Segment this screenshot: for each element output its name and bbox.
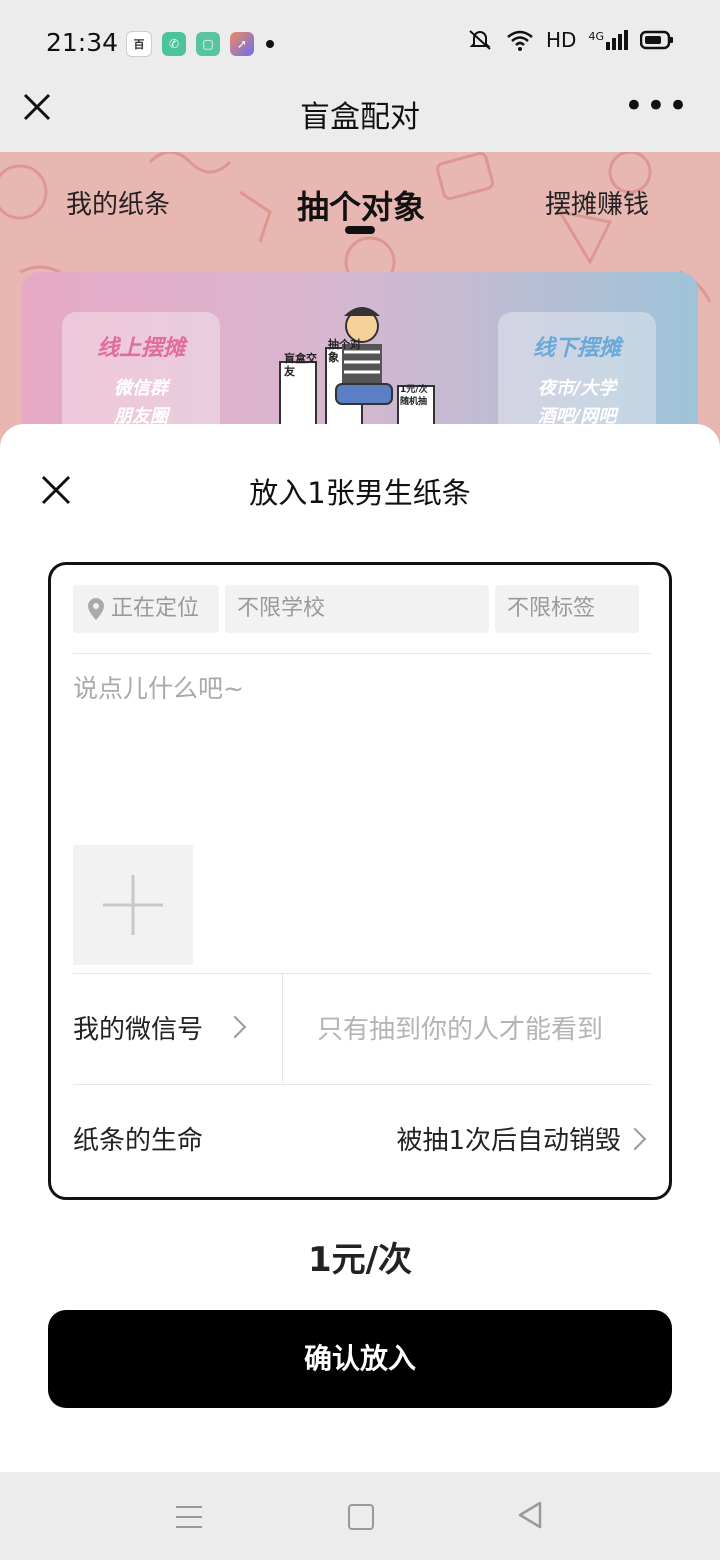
phone-app-icon: ✆: [162, 32, 186, 56]
wifi-icon: [507, 30, 533, 51]
banner-sign-right-2: 随机抽: [400, 397, 428, 407]
price-label: 1元/次: [307, 1240, 413, 1280]
tab-draw-partner[interactable]: 抽个对象: [297, 182, 425, 228]
tab-my-notes[interactable]: 我的纸条: [66, 184, 170, 221]
divider: [73, 653, 651, 654]
system-nav-bar: [0, 1472, 720, 1560]
location-chip[interactable]: 正在定位: [73, 585, 219, 633]
tab-stall-earn[interactable]: 摆摊赚钱: [545, 184, 649, 221]
banner-sign-text: 抽个对象: [328, 338, 364, 364]
network-label: HD: [546, 28, 577, 52]
more-options-icon[interactable]: •••: [624, 86, 690, 126]
confirm-button[interactable]: 确认放入: [48, 1310, 672, 1408]
sheet-title: 放入1张男生纸条: [249, 476, 471, 510]
status-time: 21:34: [46, 28, 119, 57]
home-icon[interactable]: [348, 1504, 374, 1530]
pin-app-icon: ➚: [230, 32, 254, 56]
status-right: HD 4G: [466, 28, 674, 52]
wechat-label[interactable]: 我的微信号: [73, 1009, 203, 1046]
notification-icons: 百 ✆ ▢ ➚: [126, 31, 274, 57]
vertical-divider: [282, 973, 283, 1083]
add-photo-button[interactable]: [73, 845, 193, 965]
mute-icon: [469, 30, 491, 50]
battery-icon: [640, 30, 673, 50]
tag-chip[interactable]: 不限标签: [495, 585, 639, 633]
banner-card-title: 线下摆摊: [532, 336, 621, 361]
wechat-row: 我的微信号 只有抽到你的人才能看到: [73, 973, 651, 1083]
plus-icon: [103, 875, 163, 935]
note-life-value: 被抽1次后自动销毁: [396, 1126, 621, 1156]
network-gen-label: 4G: [588, 30, 604, 43]
page-title: 盲盒配对: [300, 100, 420, 135]
location-pin-icon: [88, 598, 104, 620]
app-bar: 盲盒配对 •••: [0, 80, 720, 152]
note-life-row[interactable]: 纸条的生命 被抽1次后自动销毁: [73, 1084, 651, 1194]
status-bar: 21:34 百 ✆ ▢ ➚ HD 4G: [0, 0, 720, 80]
school-chip[interactable]: 不限学校: [225, 585, 489, 633]
back-icon[interactable]: [516, 1500, 544, 1530]
banner-sign-right: 1元/次: [400, 385, 428, 395]
bottom-sheet: 放入1张男生纸条 正在定位 不限学校 不限标签 说点儿什么吧~ 我的微信号 只有…: [0, 424, 720, 1472]
banner-sign-text: 盲盒交友: [284, 352, 320, 378]
menu-icon[interactable]: [176, 1506, 202, 1536]
banner-card-line: 夜市/大学: [537, 378, 617, 399]
chevron-right-icon[interactable]: [223, 1015, 247, 1039]
message-input[interactable]: 说点儿什么吧~: [73, 669, 633, 819]
banner-card-line: 微信群: [114, 378, 168, 399]
location-chip-label: 正在定位: [111, 596, 200, 621]
active-tab-indicator: [345, 226, 375, 234]
note-form: 正在定位 不限学校 不限标签 说点儿什么吧~ 我的微信号 只有抽到你的人才能看到…: [48, 562, 672, 1200]
banner-sign-left: 盲盒交友: [284, 352, 317, 378]
chat-app-icon: ▢: [196, 32, 220, 56]
banner-sign-center: 抽个对象: [328, 338, 361, 364]
wechat-id-input[interactable]: 只有抽到你的人才能看到: [317, 1009, 603, 1046]
chevron-right-icon: [623, 1127, 647, 1151]
more-notifications-dot: [266, 40, 274, 48]
signal-icon: 4G: [588, 30, 628, 50]
banner-card-title: 线上摆摊: [96, 336, 185, 361]
note-life-label: 纸条的生命: [73, 1126, 204, 1156]
news-app-icon: 百: [126, 31, 152, 57]
banner-sign-text: 1元/次 随机抽: [400, 384, 436, 408]
